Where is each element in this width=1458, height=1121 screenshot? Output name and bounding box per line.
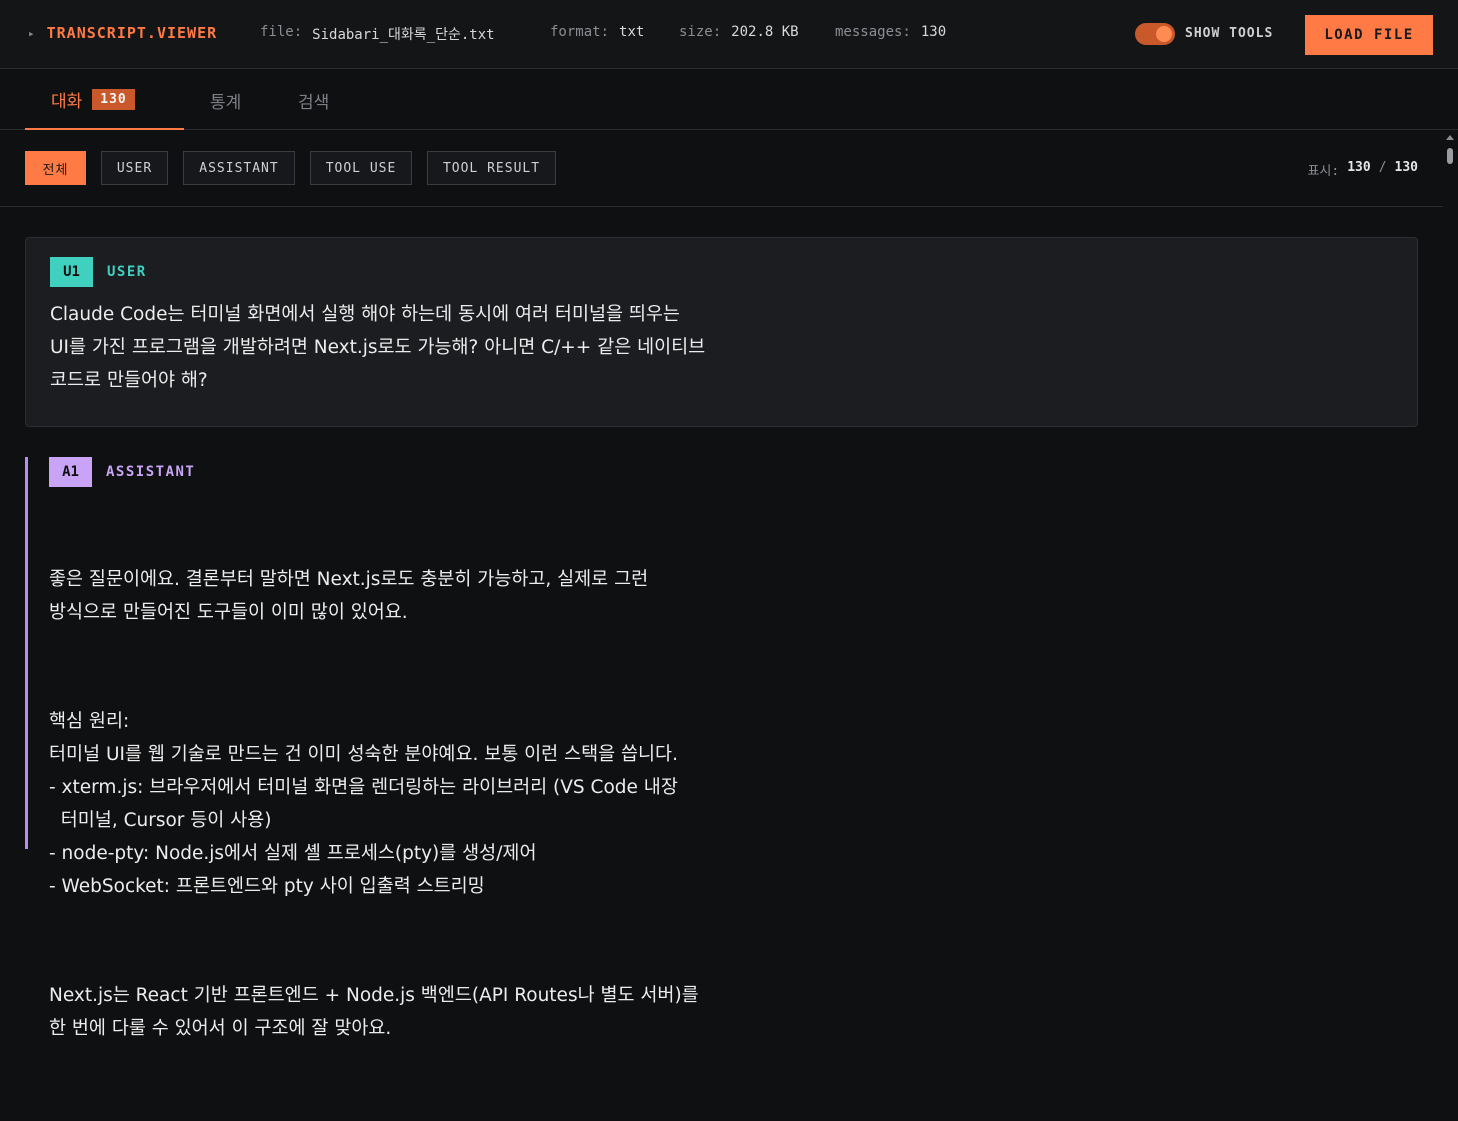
show-tools-label[interactable]: SHOW TOOLS [1185, 26, 1273, 41]
message-user: U1 USER Claude Code는 터미널 화면에서 실행 해야 하는데 … [25, 237, 1418, 427]
message-badge: U1 [50, 257, 93, 287]
filter-bar: 전체 USER ASSISTANT TOOL USE TOOL RESULT 표… [0, 131, 1443, 207]
display-count-label: 표시: [1307, 164, 1340, 179]
message-assistant: A1 ASSISTANT 좋은 질문이에요. 결론부터 말하면 Next.js로… [25, 457, 1418, 1039]
file-meta: file: Sidabari_대화록_단순.txt [260, 24, 495, 44]
format-label: format: [550, 24, 610, 40]
messages-meta: messages: 130 [835, 24, 946, 40]
filter-user[interactable]: USER [101, 151, 168, 185]
display-count-shown: 130 [1347, 160, 1371, 175]
app-title: TRANSCRIPT.VIEWER [46, 24, 218, 42]
size-meta: size: 202.8 KB [679, 24, 799, 40]
show-tools-toggle[interactable] [1135, 23, 1175, 45]
tab-label: 검색 [298, 92, 330, 113]
display-count: 표시: 130 / 130 [1307, 160, 1418, 179]
display-count-separator: / [1378, 160, 1387, 175]
size-value: 202.8 KB [731, 24, 799, 40]
size-label: size: [679, 24, 722, 40]
message-text: Claude Code는 터미널 화면에서 실행 해야 하는데 동시에 여러 터… [50, 304, 706, 391]
message-paragraph: 핵심 원리: 터미널 UI를 웹 기술로 만드는 건 이미 성숙한 분야예요. … [49, 711, 678, 897]
tab-conversation[interactable]: 대화 130 [25, 70, 184, 130]
filter-all[interactable]: 전체 [25, 151, 86, 185]
scroll-up-arrow-icon[interactable] [1446, 135, 1454, 140]
chevron-right-icon: ▸ [28, 26, 35, 40]
message-role: ASSISTANT [106, 464, 196, 480]
brand: ▸ TRANSCRIPT.VIEWER [28, 24, 217, 42]
file-label: file: [260, 24, 303, 40]
message-count-badge: 130 [92, 88, 135, 110]
tab-statistics[interactable]: 통계 [210, 70, 241, 130]
toggle-knob [1156, 26, 1172, 42]
filter-assistant[interactable]: ASSISTANT [183, 151, 295, 185]
message-header: U1 USER [50, 257, 147, 287]
message-paragraph: 좋은 질문이에요. 결론부터 말하면 Next.js로도 충분히 가능하고, 실… [49, 569, 649, 623]
view-tabs: 대화 130 통계 검색 [0, 70, 1458, 130]
scroll-thumb[interactable] [1447, 148, 1453, 164]
display-count-total: 130 [1394, 160, 1418, 175]
load-file-button[interactable]: LOAD FILE [1305, 15, 1433, 55]
messages-count: 130 [920, 24, 947, 40]
format-value: txt [619, 24, 645, 40]
message-body: 좋은 질문이에요. 결론부터 말하면 Next.js로도 충분히 가능하고, 실… [49, 497, 699, 1121]
tab-label: 대화 [51, 91, 83, 112]
filter-tool-use[interactable]: TOOL USE [310, 151, 412, 185]
format-meta: format: txt [550, 24, 644, 40]
tab-label: 통계 [210, 92, 242, 113]
tab-search[interactable]: 검색 [298, 70, 329, 130]
message-badge: A1 [49, 457, 92, 487]
message-header: A1 ASSISTANT [49, 457, 195, 487]
file-name: Sidabari_대화록_단순.txt [312, 27, 495, 43]
message-role: USER [107, 264, 147, 280]
message-paragraph: Next.js는 React 기반 프론트엔드 + Node.js 백엔드(AP… [49, 985, 699, 1039]
filter-tool-result[interactable]: TOOL RESULT [427, 151, 556, 185]
scrollbar[interactable] [1443, 131, 1458, 849]
messages-label: messages: [835, 24, 911, 40]
app-header: ▸ TRANSCRIPT.VIEWER file: Sidabari_대화록_단… [0, 0, 1458, 69]
